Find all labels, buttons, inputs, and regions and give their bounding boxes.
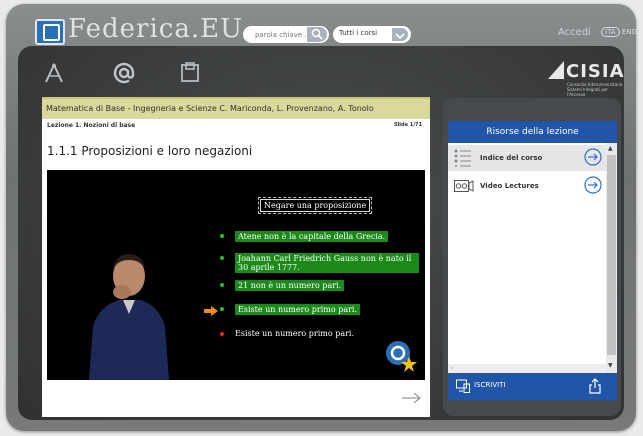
enroll-icon[interactable] (456, 379, 470, 393)
cisia-name: CISIA (566, 61, 625, 82)
scroll-down-icon[interactable]: ▼ (608, 362, 613, 369)
login-link[interactable]: Accedi (558, 27, 591, 38)
bullet-dot-icon (220, 234, 224, 238)
horizontal-scrollbar[interactable]: ‹ (448, 364, 606, 373)
arrow-right-circle-icon[interactable] (584, 176, 602, 194)
resources-title: Risorse della lezione (486, 127, 579, 137)
bullet-dot-icon (220, 256, 224, 260)
video-player[interactable]: Negare una proposizione Atene non è la c… (47, 170, 425, 380)
cisia-mark-icon (548, 61, 564, 79)
slide-bullet: Joahann Carl Friedrich Gauss non è nato … (220, 253, 419, 273)
scroll-up-icon[interactable]: ▲ (608, 145, 613, 152)
cisia-logo[interactable]: CISIA Consorzio Interuniversitario Siste… (548, 61, 624, 97)
arrow-right-circle-icon[interactable] (584, 148, 602, 166)
search-box[interactable] (243, 26, 329, 43)
list-icon (454, 149, 471, 167)
federica-logo-icon[interactable] (35, 19, 65, 45)
resource-label: Video Lectures (480, 182, 539, 190)
slide-bullet: Esiste un numero primo pari. (220, 304, 361, 315)
federica-badge-icon (386, 341, 417, 372)
lesson-label: Lezione 1. Nozioni di base (47, 122, 136, 129)
resource-label: Indice del corso (480, 154, 543, 162)
slide-heading: Negare una proposizione (257, 197, 373, 214)
bullet-dot-icon (220, 283, 224, 287)
slide-counter: Slide 1/71 (393, 122, 422, 128)
resources-list: Indice del corso Video Lectures ▲ ▼ ‹ (448, 143, 617, 373)
resource-item-video[interactable]: Video Lectures (448, 173, 606, 199)
lesson-title: 1.1.1 Proposizioni e loro negazioni (47, 144, 253, 158)
course-info-text: Matematica di Base - Ingegneria e Scienz… (46, 104, 374, 113)
lang-eng[interactable]: ENG (622, 28, 637, 36)
resource-item-index[interactable]: Indice del corso (448, 145, 606, 171)
scroll-left-icon[interactable]: ‹ (451, 365, 453, 372)
chevron-down-icon[interactable] (392, 28, 408, 41)
pointer-arrow-icon (204, 306, 218, 316)
compass-icon[interactable] (44, 62, 64, 87)
search-icon[interactable] (307, 27, 327, 42)
next-slide-arrow-icon[interactable] (402, 392, 422, 404)
resources-panel: Risorse della lezione Indice del corso V… (443, 98, 621, 416)
brand-title[interactable]: Federica.EU (68, 14, 243, 44)
course-filter-select[interactable]: Tutti i corsi (333, 26, 411, 43)
bullet-dot-icon (220, 307, 224, 311)
lecturer-image (89, 254, 169, 380)
resources-footer: ISCRIVITI (448, 373, 617, 400)
slide-bullet: Esiste un numero primo pari. (220, 329, 354, 338)
enroll-button[interactable]: ISCRIVITI (474, 381, 506, 389)
course-info-bar: Matematica di Base - Ingegneria e Scienz… (42, 97, 430, 119)
resources-header: Risorse della lezione (448, 121, 617, 143)
lang-ita[interactable]: ITA (601, 27, 620, 37)
language-switch[interactable]: ITA ENG (601, 27, 637, 37)
slide-bullet: Atene non è la capitale della Grecia. (220, 231, 389, 242)
notes-icon[interactable] (181, 62, 199, 86)
bullet-dot-icon (220, 332, 224, 336)
search-input[interactable] (253, 28, 309, 42)
lesson-panel: Lezione 1. Nozioni di base Slide 1/71 1.… (42, 119, 430, 417)
cisia-tagline: Consorzio Interuniversitario Sistemi Int… (567, 82, 623, 97)
video-lectures-icon (454, 180, 474, 192)
course-filter-value: Tutti i corsi (339, 29, 378, 37)
share-icon[interactable] (589, 378, 601, 394)
resources-scrollbar[interactable]: ▲ ▼ (606, 143, 617, 373)
scrollbar-thumb[interactable] (607, 155, 616, 355)
at-sign-icon[interactable] (113, 62, 135, 88)
slide-bullet: 21 non è un numero pari. (220, 280, 345, 291)
